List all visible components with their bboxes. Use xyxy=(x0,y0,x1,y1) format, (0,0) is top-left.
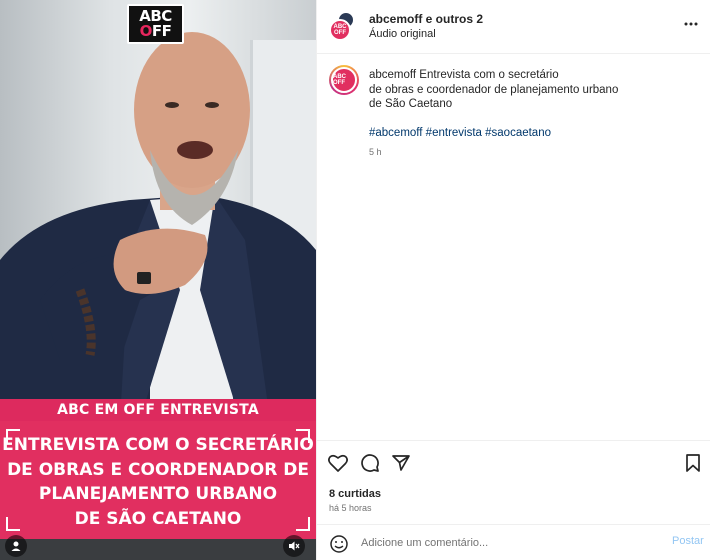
banner-headline: ENTREVISTA COM O SECRETÁRIO DE OBRAS E C… xyxy=(0,433,316,531)
collaborator-avatars[interactable]: ABC OFF xyxy=(329,11,359,41)
muted-speaker-icon[interactable] xyxy=(283,535,305,557)
comment-bar: Postar xyxy=(317,524,710,560)
video-player[interactable]: ABC OFF ABC EM OFF ENTREVISTA ENTREVISTA… xyxy=(0,0,316,560)
post-side-panel: ABC OFF abcemoff e outros 2 Áudio origin… xyxy=(316,0,710,560)
more-horizontal-icon[interactable] xyxy=(681,14,701,34)
banner-line: ENTREVISTA COM O SECRETÁRIO xyxy=(2,435,314,455)
post-header: ABC OFF abcemoff e outros 2 Áudio origin… xyxy=(317,0,710,54)
banner-headline-box: ENTREVISTA COM O SECRETÁRIO DE OBRAS E C… xyxy=(0,421,316,539)
heart-icon[interactable] xyxy=(327,452,349,474)
avatar[interactable]: ABC OFF xyxy=(329,65,359,95)
banner-line: DE OBRAS E COORDENADOR DE xyxy=(7,459,309,480)
share-icon[interactable] xyxy=(390,452,412,474)
banner-line: DE SÃO CAETANO xyxy=(74,508,242,529)
logo-text-line2: OFF xyxy=(139,22,172,40)
banner-line: PLANEJAMENTO URBANO xyxy=(38,484,278,504)
post-actions: 8 curtidas há 5 horas xyxy=(317,440,710,524)
bookmark-icon[interactable] xyxy=(682,452,704,474)
caption-hashtags[interactable]: #abcemoff #entrevista #saocaetano xyxy=(369,127,551,139)
video-footer xyxy=(0,539,316,560)
post-comment-button[interactable]: Postar xyxy=(672,535,704,547)
user-icon[interactable] xyxy=(5,535,27,557)
emoji-icon[interactable] xyxy=(329,534,349,554)
comment-icon[interactable] xyxy=(359,452,381,474)
post-age: há 5 horas xyxy=(329,503,372,513)
header-username[interactable]: abcemoff e outros 2 xyxy=(369,12,483,26)
likes-count[interactable]: 8 curtidas xyxy=(329,488,381,500)
channel-logo: ABC OFF xyxy=(127,4,184,44)
comment-input[interactable] xyxy=(361,534,651,552)
reel-post: ABC OFF ABC EM OFF ENTREVISTA ENTREVISTA… xyxy=(0,0,710,560)
caption-text: abcemoff Entrevista com o secretário de … xyxy=(369,69,619,110)
banner-header: ABC EM OFF ENTREVISTA xyxy=(0,399,316,421)
avatar: ABC OFF xyxy=(329,19,351,41)
caption-timestamp: 5 h xyxy=(369,147,382,157)
caption-username[interactable]: abcemoff xyxy=(369,69,416,81)
original-audio-link[interactable]: Áudio original xyxy=(369,28,436,40)
